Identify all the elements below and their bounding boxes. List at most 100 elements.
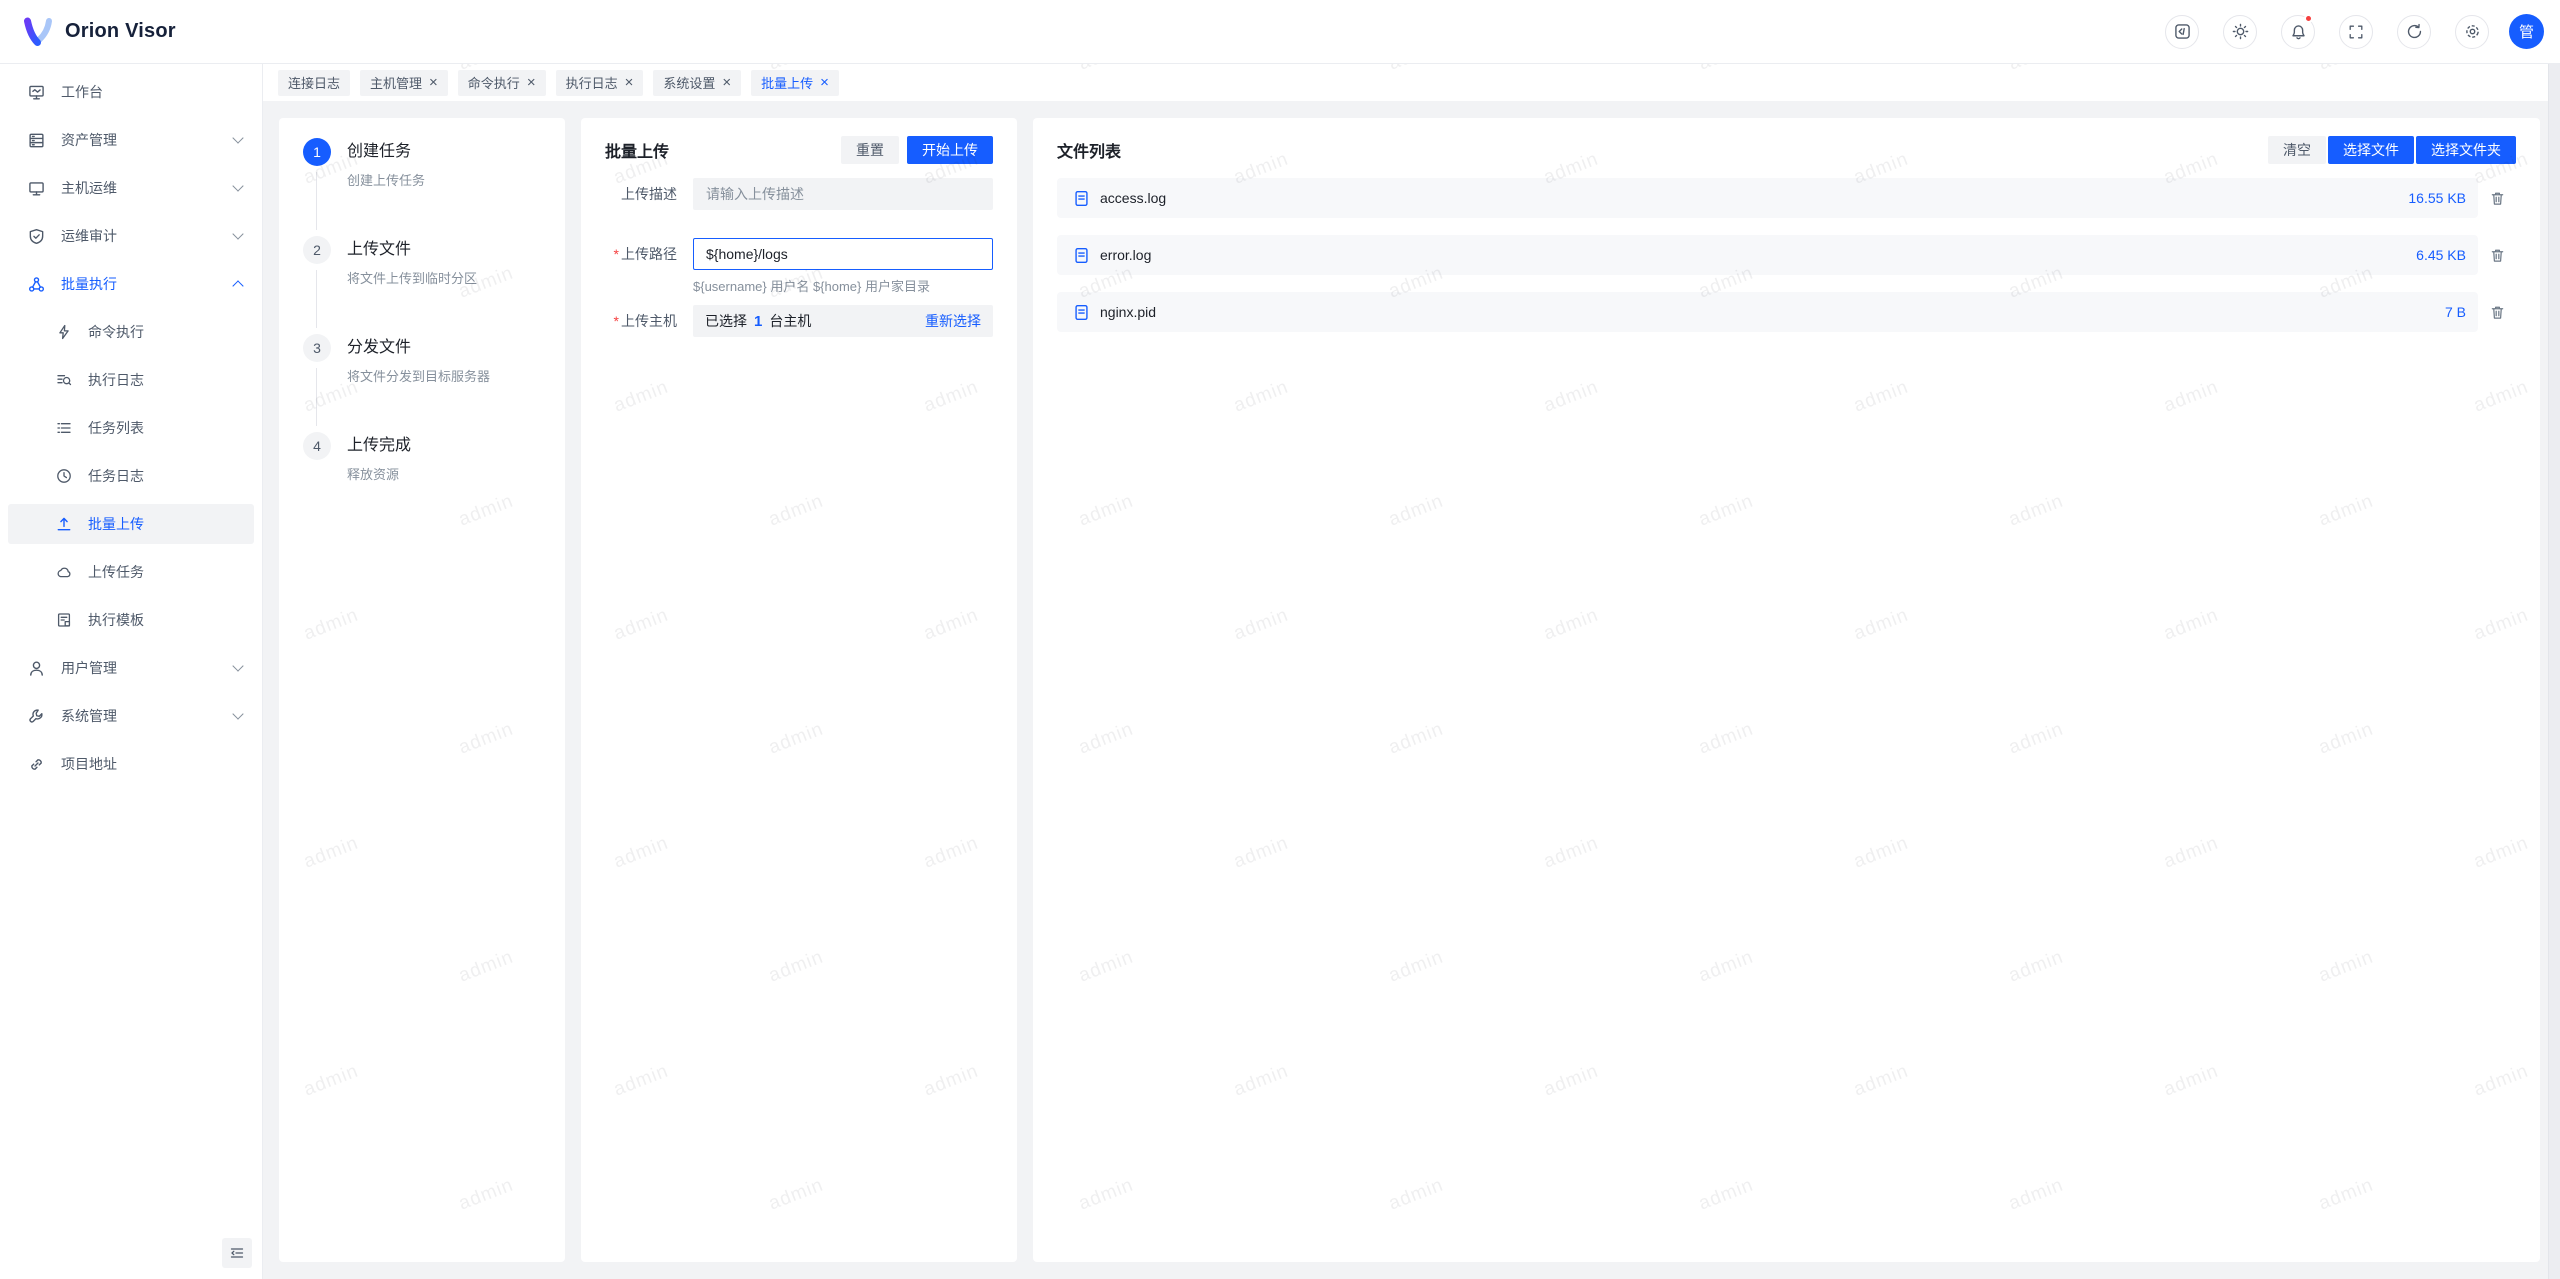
sidebar-item-command-execution[interactable]: 命令执行: [8, 312, 254, 352]
sidebar-item-workbench[interactable]: 工作台: [8, 72, 254, 112]
delete-file-icon[interactable]: [2478, 248, 2516, 263]
sidebar-item-task-list[interactable]: 任务列表: [8, 408, 254, 448]
step-title: 上传完成: [347, 432, 541, 460]
upload-icon: [56, 516, 72, 532]
step-desc: 创建上传任务: [347, 170, 541, 189]
file-icon: [1073, 190, 1090, 207]
sidebar-item-batch-execution[interactable]: 批量执行: [8, 264, 254, 304]
main-area: adminadminadminadminadminadminadminadmin…: [263, 64, 2560, 1279]
selected-host-count: 1: [754, 313, 762, 330]
tab-batch-upload[interactable]: 批量上传×: [751, 70, 839, 96]
close-icon[interactable]: ×: [527, 75, 536, 90]
tab-host-management[interactable]: 主机管理×: [360, 70, 448, 96]
sidebar-item-host-ops[interactable]: 主机运维: [8, 168, 254, 208]
scrollbar[interactable]: [2548, 64, 2560, 1279]
sidebar-item-execution-logs[interactable]: 执行日志: [8, 360, 254, 400]
file-size: 16.55 KB: [2408, 190, 2466, 206]
step-number: 4: [303, 432, 331, 460]
dashboard-icon: [28, 84, 45, 101]
clear-files-button[interactable]: 清空: [2268, 136, 2326, 164]
file-list-panel: 文件列表 清空 选择文件 选择文件夹 access.log 16.55 KB: [1033, 118, 2540, 1262]
code-square-icon[interactable]: [2165, 15, 2199, 49]
step-desc: 将文件分发到目标服务器: [347, 366, 541, 385]
cloud-icon: [56, 564, 72, 580]
file-row: access.log 16.55 KB: [1057, 178, 2478, 218]
close-icon[interactable]: ×: [820, 75, 829, 90]
step-distribute-files: 3 分发文件 将文件分发到目标服务器: [303, 334, 541, 432]
step-number: 2: [303, 236, 331, 264]
file-icon: [1073, 247, 1090, 264]
file-row: nginx.pid 7 B: [1057, 292, 2478, 332]
wrench-icon: [28, 708, 45, 725]
steps-panel: 1 创建任务 创建上传任务 2 上传文件 将文件上传到临时分区 3 分发文件 将…: [279, 118, 565, 1262]
avatar[interactable]: 管: [2509, 14, 2544, 49]
fullscreen-icon[interactable]: [2339, 15, 2373, 49]
chevron-down-icon: [232, 228, 243, 239]
upload-desc-input[interactable]: [693, 178, 993, 210]
select-folder-button[interactable]: 选择文件夹: [2416, 136, 2516, 164]
upload-path-hint: ${username} 用户名 ${home} 用户家目录: [693, 276, 993, 295]
required-marker: *: [614, 246, 619, 262]
tab-execution-logs[interactable]: 执行日志×: [556, 70, 644, 96]
file-name: nginx.pid: [1100, 304, 1156, 320]
select-files-button[interactable]: 选择文件: [2328, 136, 2414, 164]
tab-bar: 连接日志 主机管理× 命令执行× 执行日志× 系统设置× 批量上传×: [263, 64, 2560, 101]
list-icon: [56, 420, 72, 436]
panel-title: 文件列表: [1057, 138, 1121, 162]
lightning-icon: [56, 324, 72, 340]
tab-command-execution[interactable]: 命令执行×: [458, 70, 546, 96]
refresh-icon[interactable]: [2397, 15, 2431, 49]
chevron-down-icon: [232, 180, 243, 191]
app-title: Orion Visor: [65, 20, 176, 43]
reselect-hosts-link[interactable]: 重新选择: [925, 311, 981, 331]
chevron-up-icon: [232, 280, 243, 291]
sidebar-item-task-logs[interactable]: 任务日志: [8, 456, 254, 496]
sidebar-item-batch-upload[interactable]: 批量上传: [8, 504, 254, 544]
logo-v-icon: [22, 16, 54, 48]
file-size: 7 B: [2445, 304, 2466, 320]
theme-icon[interactable]: [2223, 15, 2257, 49]
chevron-down-icon: [232, 132, 243, 143]
sidebar-item-upload-tasks[interactable]: 上传任务: [8, 552, 254, 592]
cluster-icon: [28, 276, 45, 293]
tab-system-settings[interactable]: 系统设置×: [653, 70, 741, 96]
upload-path-label: *上传路径: [605, 244, 677, 264]
close-icon[interactable]: ×: [722, 75, 731, 90]
notifications-icon[interactable]: [2281, 15, 2315, 49]
sidebar-item-project-url[interactable]: 项目地址: [8, 744, 254, 784]
delete-file-icon[interactable]: [2478, 191, 2516, 206]
delete-file-icon[interactable]: [2478, 305, 2516, 320]
content: 1 创建任务 创建上传任务 2 上传文件 将文件上传到临时分区 3 分发文件 将…: [263, 101, 2560, 1279]
settings-icon[interactable]: [2455, 15, 2489, 49]
start-upload-button[interactable]: 开始上传: [907, 136, 993, 164]
batch-upload-panel: 批量上传 重置 开始上传 上传描述 *上传路径 ${username} 用户名 …: [581, 118, 1017, 1262]
collapse-sidebar-button[interactable]: [222, 1238, 252, 1268]
sidebar-item-asset-management[interactable]: 资产管理: [8, 120, 254, 160]
step-desc: 释放资源: [347, 464, 541, 483]
sidebar-item-user-management[interactable]: 用户管理: [8, 648, 254, 688]
file-icon: [1073, 304, 1090, 321]
tab-connection-logs[interactable]: 连接日志: [278, 70, 350, 96]
reset-button[interactable]: 重置: [841, 136, 899, 164]
sidebar: 工作台 资产管理 主机运维 运维审计 批量执行: [0, 64, 263, 1279]
topbar: Orion Visor: [0, 0, 2560, 64]
notification-badge: [2304, 14, 2313, 23]
close-icon[interactable]: ×: [625, 75, 634, 90]
step-create-task: 1 创建任务 创建上传任务: [303, 138, 541, 236]
server-icon: [28, 132, 45, 149]
file-name: error.log: [1100, 247, 1151, 263]
step-number: 1: [303, 138, 331, 166]
sidebar-item-execution-templates[interactable]: 执行模板: [8, 600, 254, 640]
close-icon[interactable]: ×: [429, 75, 438, 90]
file-line: access.log 16.55 KB: [1057, 178, 2516, 218]
upload-path-input[interactable]: [693, 238, 993, 270]
logo: Orion Visor: [22, 16, 176, 48]
sidebar-item-ops-audit[interactable]: 运维审计: [8, 216, 254, 256]
sidebar-item-system-management[interactable]: 系统管理: [8, 696, 254, 736]
shield-check-icon: [28, 228, 45, 245]
file-row: error.log 6.45 KB: [1057, 235, 2478, 275]
file-name: access.log: [1100, 190, 1166, 206]
clock-icon: [56, 468, 72, 484]
log-search-icon: [56, 372, 72, 388]
selected-hosts-box: 已选择 1 台主机 重新选择: [693, 305, 993, 337]
